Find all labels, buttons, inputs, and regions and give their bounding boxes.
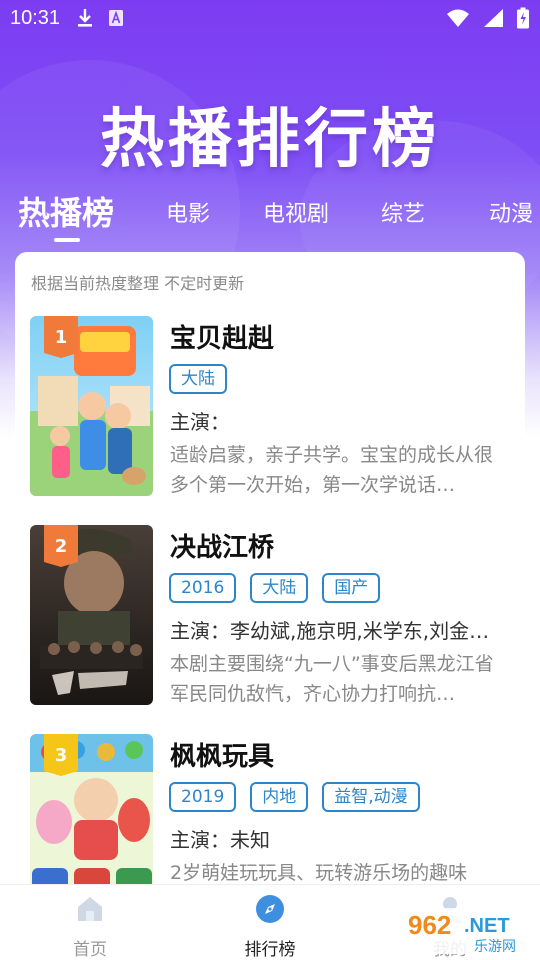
- active-tab-indicator: [54, 238, 80, 242]
- tag: 2019: [169, 782, 237, 812]
- tab-variety[interactable]: 综艺: [381, 196, 425, 228]
- tab-tv-series[interactable]: 电视剧: [263, 196, 329, 228]
- home-icon: [78, 897, 102, 921]
- keyboard-a-icon: [109, 10, 124, 26]
- watermark-logo: 962 .NET 乐游网: [402, 904, 538, 956]
- nav-home-label: 首页: [73, 940, 107, 960]
- item-title[interactable]: 决战江桥: [170, 527, 274, 564]
- tab-movie[interactable]: 电影: [166, 196, 210, 228]
- status-time: 10:31: [10, 6, 61, 29]
- item-title[interactable]: 枫枫玩具: [170, 736, 274, 773]
- status-bar: 10:31: [0, 0, 540, 36]
- wifi-icon: [447, 9, 469, 27]
- nav-ranking[interactable]: 排行榜: [220, 893, 320, 960]
- ranking-note: 根据当前热度整理 不定时更新: [31, 274, 245, 293]
- list-item[interactable]: 2 决战江桥 2016 大陆 国产 主演：李幼斌,施京明,米学东,刘金… 本剧主…: [30, 525, 510, 705]
- description-text: 本剧主要围绕“九一八”事变后黑龙江省军民同仇敌忾，齐心协力打响抗…: [170, 653, 494, 705]
- list-item[interactable]: 3 枫枫玩具 2019 内地 益智,动漫 主演：未知 2岁萌娃玩玩具、玩转游乐场…: [30, 734, 510, 892]
- tag: 益智,动漫: [322, 782, 420, 812]
- tag-list: 大陆: [169, 364, 227, 394]
- nav-home[interactable]: 首页: [40, 893, 140, 960]
- tag-list: 2016 大陆 国产: [169, 573, 381, 603]
- tag: 大陆: [169, 364, 227, 394]
- svg-text:962: 962: [408, 910, 451, 940]
- tab-anime[interactable]: 动漫: [489, 196, 533, 228]
- signal-icon: [484, 9, 503, 27]
- tag: 国产: [322, 573, 381, 603]
- cast-text: 主演：未知: [170, 828, 270, 852]
- cast-text: 主演：李幼斌,施京明,米学东,刘金…: [170, 619, 490, 643]
- list-item[interactable]: 1 宝贝赳赳 大陆 主演： 适龄启蒙，亲子共学。宝宝的成长从很多个第一次开始，第…: [30, 316, 510, 496]
- battery-icon: [517, 7, 529, 29]
- description-text: 适龄启蒙，亲子共学。宝宝的成长从很多个第一次开始，第一次学说话…: [170, 444, 494, 496]
- rank-badge: 2: [44, 525, 78, 567]
- compass-icon: [256, 895, 284, 923]
- ranking-card: 根据当前热度整理 不定时更新 1 宝贝赳赳 大陆 主演： 适龄启蒙，亲子共学。宝…: [15, 252, 525, 892]
- tag: 2016: [169, 573, 237, 603]
- rank-badge: 1: [44, 316, 78, 358]
- tab-hot[interactable]: 热播榜: [18, 188, 114, 234]
- rank-badge: 3: [44, 734, 78, 776]
- category-tabs: 热播榜 电影 电视剧 综艺 动漫: [0, 186, 540, 246]
- svg-text:.NET: .NET: [464, 915, 510, 937]
- page-headline: 热播排行榜: [100, 103, 440, 177]
- download-icon: [78, 9, 93, 27]
- svg-text:乐游网: 乐游网: [474, 939, 516, 955]
- tag: 内地: [250, 782, 309, 812]
- tag-list: 2019 内地 益智,动漫: [169, 782, 420, 812]
- tag: 大陆: [250, 573, 309, 603]
- item-title[interactable]: 宝贝赳赳: [170, 318, 274, 355]
- cast-text: 主演：: [170, 410, 230, 434]
- nav-ranking-label: 排行榜: [244, 940, 296, 960]
